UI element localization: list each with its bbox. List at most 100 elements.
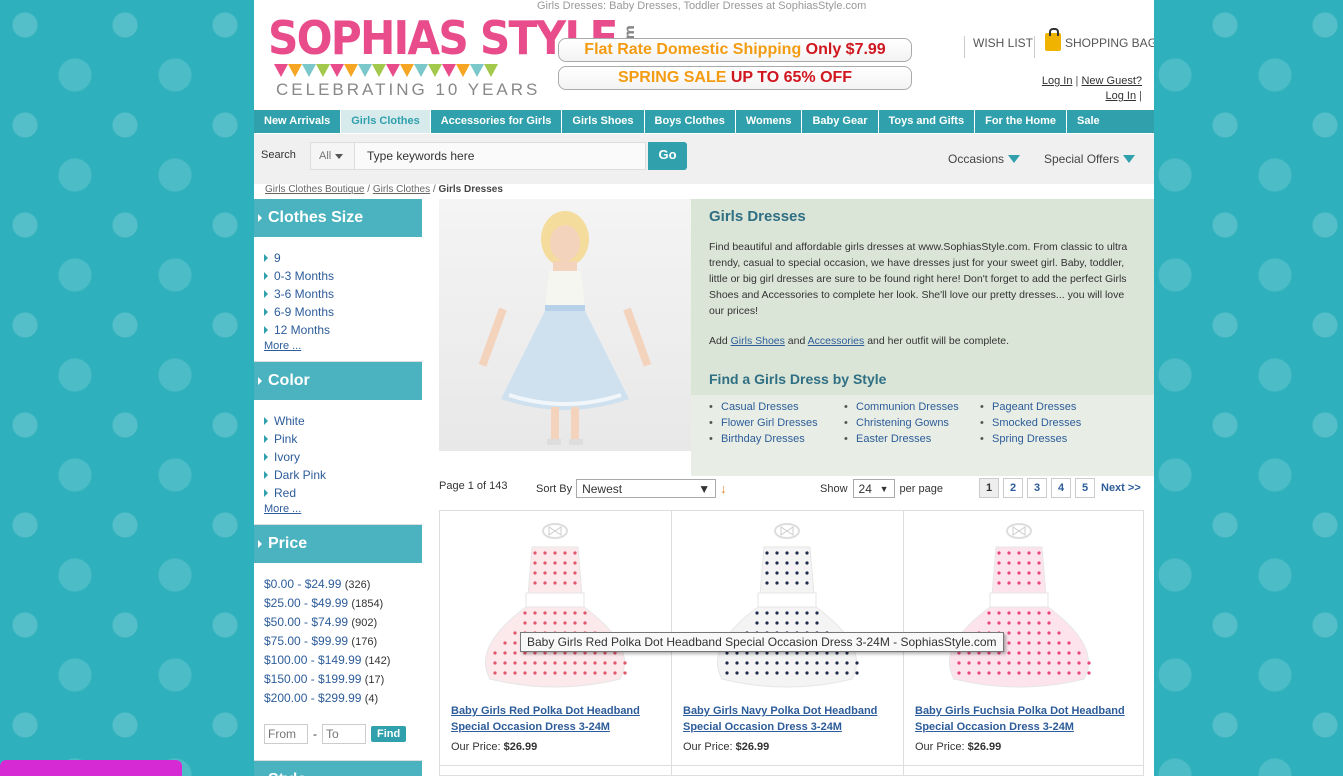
page-button[interactable]: 2: [1003, 478, 1023, 498]
product-name-link[interactable]: Baby Girls Navy Polka Dot Headband Speci…: [683, 703, 893, 735]
price-from-input[interactable]: [264, 724, 308, 744]
nav-girls-clothes[interactable]: Girls Clothes: [341, 110, 431, 133]
price-find-button[interactable]: Find: [371, 726, 407, 742]
size-filter-item[interactable]: 6-9 Months: [264, 303, 422, 321]
per-page-select[interactable]: 24 ▼: [852, 479, 895, 498]
price-to-input[interactable]: [322, 724, 366, 744]
accessories-link[interactable]: Accessories: [808, 335, 865, 347]
nav-new-arrivals[interactable]: New Arrivals: [254, 110, 342, 133]
product-image[interactable]: [924, 517, 1114, 697]
search-category-select[interactable]: All: [311, 143, 355, 169]
color-more-link[interactable]: More ...: [264, 502, 422, 516]
breadcrumb-sep: /: [367, 184, 371, 195]
price-count: (17): [364, 674, 385, 686]
style-link[interactable]: Smocked Dresses: [980, 417, 1130, 433]
range-dash: -: [313, 727, 317, 741]
price-filter-item[interactable]: $75.00 - $99.99 (176): [264, 632, 422, 651]
shopping-bag-link[interactable]: SHOPPING BAG: [1034, 28, 1154, 58]
login-link[interactable]: Log In: [1042, 75, 1073, 87]
style-link[interactable]: Birthday Dresses: [709, 433, 844, 449]
breadcrumb-boutique[interactable]: Girls Clothes Boutique: [265, 184, 365, 195]
size-filter-item[interactable]: 3-6 Months: [264, 285, 422, 303]
color-filter-item[interactable]: Red: [264, 484, 422, 502]
nav-sale[interactable]: Sale: [1067, 110, 1110, 133]
style-section-title: Find a Girls Dress by Style: [709, 371, 887, 387]
style-link[interactable]: Spring Dresses: [980, 433, 1130, 449]
page-button[interactable]: 4: [1051, 478, 1071, 498]
price-value: $26.99: [503, 741, 538, 753]
nav-baby-gear[interactable]: Baby Gear: [802, 110, 879, 133]
price-count: (176): [351, 636, 378, 648]
special-offers-dropdown[interactable]: Special Offers: [1044, 152, 1136, 166]
product-image[interactable]: [692, 517, 882, 697]
page-info: Page 1 of 143: [439, 480, 508, 492]
size-filter-item[interactable]: 9: [264, 249, 422, 267]
color-filter-item[interactable]: White: [264, 412, 422, 430]
girls-shoes-link[interactable]: Girls Shoes: [731, 335, 785, 347]
breadcrumb-sep: /: [432, 184, 436, 195]
new-guest-link[interactable]: New Guest?: [1081, 75, 1142, 87]
shipping-promo-banner[interactable]: Flat Rate Domestic Shipping Only $7.99: [558, 38, 912, 62]
size-filter-item[interactable]: 12 Months: [264, 321, 422, 339]
wish-list-link[interactable]: WISH LIST: [964, 36, 1033, 58]
style-link-grid: Casual Dresses Communion Dresses Pageant…: [691, 395, 1154, 476]
product-name-link[interactable]: Baby Girls Red Polka Dot Headband Specia…: [451, 703, 661, 735]
style-link[interactable]: Communion Dresses: [844, 401, 980, 417]
breadcrumb-girls-clothes[interactable]: Girls Clothes: [373, 184, 430, 195]
sale-promo-banner[interactable]: SPRING SALE UP TO 65% OFF: [558, 66, 912, 90]
filter-heading-price[interactable]: Price: [254, 525, 422, 563]
style-link[interactable]: Casual Dresses: [709, 401, 844, 417]
site-logo[interactable]: SOPHIAS STYLE.com CELEBRATING 10 YEARS: [268, 14, 638, 104]
product-image[interactable]: [460, 517, 650, 697]
price-filter-item[interactable]: $0.00 - $24.99 (326): [264, 575, 422, 594]
occasions-dropdown[interactable]: Occasions: [948, 152, 1021, 166]
search-input[interactable]: [355, 143, 635, 169]
price-range-form: - Find: [264, 724, 422, 752]
triangle-down-icon: [1008, 155, 1021, 163]
special-offers-label: Special Offers: [1044, 152, 1120, 166]
floating-tab[interactable]: [0, 760, 182, 776]
size-filter-item[interactable]: 0-3 Months: [264, 267, 422, 285]
login-link-secondary[interactable]: Log In: [1105, 90, 1136, 102]
nav-boys-clothes[interactable]: Boys Clothes: [645, 110, 736, 133]
style-link[interactable]: Christening Gowns: [844, 417, 980, 433]
price-filter-item[interactable]: $150.00 - $199.99 (17): [264, 670, 422, 689]
price-filter-item[interactable]: $25.00 - $49.99 (1854): [264, 594, 422, 613]
shopping-bag-label: SHOPPING BAG: [1065, 36, 1154, 50]
pagination: 1 2 3 4 5 Next >>: [979, 478, 1141, 498]
sort-direction-icon[interactable]: ↓: [720, 481, 727, 496]
color-filter-list: White Pink Ivory Dark Pink Red More ...: [254, 400, 422, 525]
nav-toys-and-gifts[interactable]: Toys and Gifts: [879, 110, 976, 133]
size-more-link[interactable]: More ...: [264, 339, 422, 353]
search-go-button[interactable]: Go: [648, 142, 687, 170]
style-link[interactable]: Easter Dresses: [844, 433, 980, 449]
price-value: $26.99: [735, 741, 770, 753]
nav-for-the-home[interactable]: For the Home: [975, 110, 1067, 133]
price-label: Our Price:: [915, 741, 968, 753]
filter-heading-size[interactable]: Clothes Size: [254, 199, 422, 237]
logo-tagline: CELEBRATING 10 YEARS: [276, 80, 541, 99]
filter-heading-color[interactable]: Color: [254, 362, 422, 400]
product-name-link[interactable]: Baby Girls Fuchsia Polka Dot Headband Sp…: [915, 703, 1125, 735]
price-filter-item[interactable]: $50.00 - $74.99 (902): [264, 613, 422, 632]
filter-heading-style[interactable]: Style: [254, 761, 422, 776]
nav-womens[interactable]: Womens: [736, 110, 803, 133]
promo-highlight: Only $7.99: [805, 41, 886, 58]
price-count: (142): [364, 655, 391, 667]
style-link[interactable]: Flower Girl Dresses: [709, 417, 844, 433]
color-filter-item[interactable]: Ivory: [264, 448, 422, 466]
main-nav: New Arrivals Girls Clothes Accessories f…: [254, 110, 1154, 133]
page-button[interactable]: 3: [1027, 478, 1047, 498]
price-filter-item[interactable]: $100.00 - $149.99 (142): [264, 651, 422, 670]
product-price: Our Price: $26.99: [683, 741, 769, 753]
color-filter-item[interactable]: Pink: [264, 430, 422, 448]
price-filter-item[interactable]: $200.00 - $299.99 (4): [264, 689, 422, 708]
nav-girls-shoes[interactable]: Girls Shoes: [562, 110, 645, 133]
style-link[interactable]: Pageant Dresses: [980, 401, 1130, 417]
color-filter-item[interactable]: Dark Pink: [264, 466, 422, 484]
nav-accessories-for-girls[interactable]: Accessories for Girls: [431, 110, 563, 133]
page-button[interactable]: 1: [979, 478, 999, 498]
next-page-link[interactable]: Next >>: [1101, 482, 1141, 494]
page-button[interactable]: 5: [1075, 478, 1095, 498]
sort-select[interactable]: Newest ▼: [576, 479, 717, 498]
